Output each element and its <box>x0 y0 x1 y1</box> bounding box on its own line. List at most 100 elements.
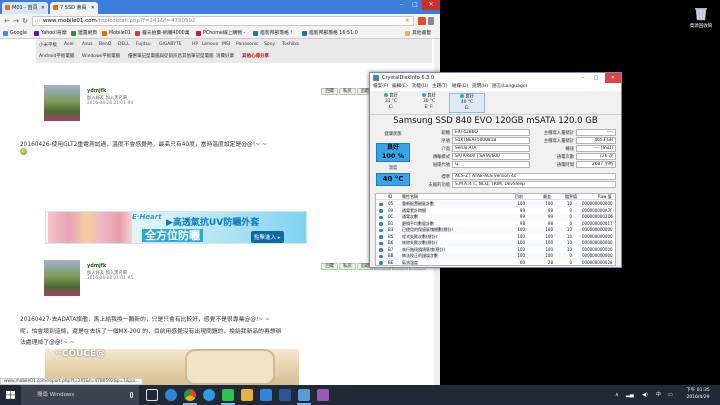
brand-link[interactable]: GIGABYTE <box>159 42 182 47</box>
col-threshold[interactable]: 臨界值 <box>565 194 577 200</box>
ad-banner[interactable]: E·Heart ▶高透氣抗UV防曬外套 全方位防曬 點擊進入 ▸ <box>45 211 307 244</box>
brand-link[interactable]: BenQ <box>99 42 111 47</box>
cdi-maximize-button[interactable]: □ <box>590 73 602 83</box>
page-info-icon[interactable]: ⓘ <box>35 18 40 26</box>
bookmark-other[interactable]: 其他書籤 <box>405 29 438 38</box>
clock[interactable]: 下午 01:35 2016/4/29 <box>683 388 713 401</box>
microphone-icon[interactable] <box>130 392 133 398</box>
drive-c[interactable]: 良好 31 °C C: <box>373 93 409 113</box>
folder-icon <box>405 31 410 36</box>
col-attribute[interactable]: 屬性名稱 <box>402 194 418 200</box>
minimize-button[interactable]: – <box>394 0 408 10</box>
drive-g[interactable]: 良好 40 °C G: <box>449 93 485 113</box>
avatar[interactable] <box>44 260 80 296</box>
col-current[interactable]: 目前 <box>515 194 523 200</box>
menu-file[interactable]: 檔案(F) <box>373 83 388 91</box>
cdi-minimize-button[interactable]: – <box>577 73 589 83</box>
col-raw[interactable]: Raw 值 <box>598 194 612 200</box>
recycle-bin[interactable]: 資源回收筒 <box>686 6 716 29</box>
reply-button[interactable]: 回覆 <box>321 88 339 95</box>
message-button[interactable]: 私訊 <box>339 263 356 270</box>
network-icon[interactable]: ▂▄ <box>626 385 634 405</box>
menu-edit[interactable]: 編輯(E) <box>392 83 408 91</box>
close-tab-icon[interactable]: ✕ <box>91 2 95 14</box>
drive-ef[interactable]: 良好 30 °C E: F: <box>411 93 447 113</box>
brand-link[interactable]: Windows平板電腦 <box>82 53 120 59</box>
extension-icon[interactable] <box>418 17 426 25</box>
brand-link[interactable]: Toshiba <box>282 42 299 47</box>
bookmark-site[interactable]: 建置網頁 <box>71 29 101 38</box>
brand-link[interactable]: Fujitsu <box>136 42 151 47</box>
brand-link[interactable]: Asus <box>82 42 93 47</box>
tab-ssd[interactable]: 7 SSD 會員 ✕ <box>50 2 98 14</box>
smart-row[interactable]: BE 氣流溫度 60 28 0 000000000028 <box>376 260 615 266</box>
username[interactable]: ydmjfk <box>87 263 106 269</box>
brand-link[interactable]: DELL <box>118 42 129 47</box>
close-button[interactable]: ✕ <box>422 0 440 10</box>
ie-icon[interactable] <box>203 389 215 401</box>
taskbar-search[interactable]: 搜尋 Windows <box>21 385 139 405</box>
bookmark-pchome[interactable]: PChome線上購物 - <box>196 29 252 38</box>
avatar[interactable] <box>44 85 80 121</box>
back-icon[interactable]: ← <box>3 17 11 25</box>
brand-link[interactable]: Panasonic <box>236 42 259 47</box>
crystaldiskinfo-icon[interactable] <box>298 389 310 401</box>
photo-watermark: ·∙COUCE@ <box>55 349 106 359</box>
address-bar[interactable]: ⓘ www.mobile01.com/topicdetail.php?f=241… <box>32 16 414 26</box>
bookmark-yahoo[interactable]: Yahoo!奇摩 <box>34 29 70 38</box>
brand-link[interactable]: Acer <box>64 42 74 47</box>
message-button[interactable]: 私訊 <box>339 88 356 95</box>
menu-help[interactable]: 說明(H) <box>472 83 488 91</box>
brand-link[interactable]: HP <box>192 42 198 47</box>
media-icon[interactable] <box>317 389 329 401</box>
bookmark-star-icon[interactable]: ★ <box>405 17 410 25</box>
bookmark-pixnet-1[interactable]: 痞客邦部落格 ! <box>253 29 301 38</box>
edge-icon[interactable] <box>165 389 177 401</box>
google-icon <box>3 31 8 36</box>
col-worst[interactable]: 最差 <box>543 194 551 200</box>
task-view-icon[interactable] <box>146 389 158 401</box>
menu-language[interactable]: 語言(Language) <box>492 83 527 91</box>
brand-link-highlight[interactable]: 其他心得分享 <box>242 53 269 59</box>
bookmark-pixnet-2[interactable]: 痞客邦部落格 16:51:0 <box>302 29 368 38</box>
brand-link[interactable]: MSI <box>222 42 230 47</box>
col-id[interactable]: ID <box>388 194 392 200</box>
brand-link[interactable]: 優惠筆記型電腦與促銷訊息 <box>128 53 182 59</box>
volume-icon[interactable]: ◀) <box>642 385 648 405</box>
brand-link[interactable]: Lenovo <box>202 42 218 47</box>
close-tab-icon[interactable]: ✕ <box>41 2 45 14</box>
menu-icon[interactable] <box>428 17 434 25</box>
brand-link[interactable]: 其他筆記型電腦 <box>182 53 214 59</box>
tab-m01[interactable]: M01 - 首頁 ✕ <box>2 2 48 14</box>
ime-icon[interactable]: 中 <box>656 385 661 405</box>
cdi-close-button[interactable]: ✕ <box>605 73 621 83</box>
chrome-icon[interactable] <box>184 389 196 401</box>
store-icon[interactable] <box>260 389 272 401</box>
brand-link[interactable]: Sony <box>264 42 275 47</box>
health-status: 良好 <box>386 144 399 151</box>
bookmark-ruten[interactable]: 露天拍賣-網購4000萬 <box>135 29 195 38</box>
brand-link[interactable]: Android平板電腦 <box>39 53 74 59</box>
menu-theme[interactable]: 主題(T) <box>432 83 448 91</box>
field-firmware: EXT42B6Q <box>452 129 530 136</box>
username[interactable]: ydmjfk <box>87 88 106 94</box>
maximize-button[interactable]: □ <box>408 0 422 10</box>
action-center-icon[interactable]: ▭ <box>668 385 673 405</box>
file-explorer-icon[interactable] <box>241 389 253 401</box>
banner-enter-button[interactable]: 點擊進入 ▸ <box>251 231 284 243</box>
tray-chevron-icon[interactable]: ∧ <box>615 385 619 405</box>
field-label: 主機寫入量總計 <box>543 131 574 136</box>
brand-link[interactable]: 消費好康 <box>216 53 234 59</box>
taskbar: 搜尋 Windows ∧ ▂▄ ◀) 中 ▭ 下午 01:35 2016/4/2… <box>0 385 720 405</box>
bookmark-mobile01[interactable]: Mobile01 <box>102 29 134 38</box>
bookmark-google[interactable]: Google <box>3 29 33 38</box>
forward-icon[interactable]: → <box>12 17 20 25</box>
start-button[interactable] <box>0 385 21 405</box>
reload-icon[interactable]: ↻ <box>21 17 29 25</box>
menu-function[interactable]: 功能(U) <box>412 83 428 91</box>
word-icon[interactable] <box>279 389 291 401</box>
reply-button[interactable]: 回覆 <box>321 263 339 270</box>
brand-link[interactable]: 小米平板 <box>39 42 57 48</box>
menu-disk[interactable]: 磁碟(D) <box>452 83 468 91</box>
line-icon[interactable] <box>222 389 234 401</box>
